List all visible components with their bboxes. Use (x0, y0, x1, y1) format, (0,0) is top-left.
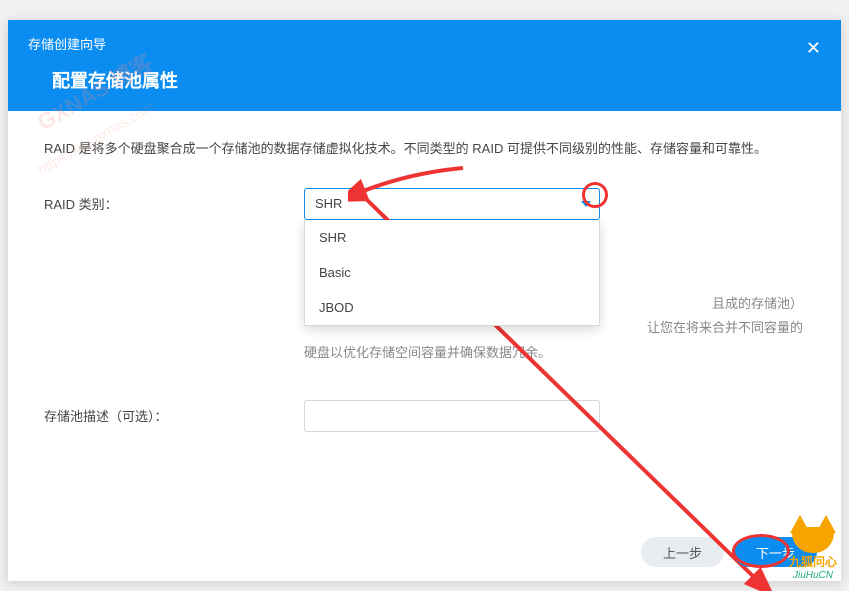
raid-option-basic[interactable]: Basic (305, 255, 599, 290)
modal-body: RAID 是将多个硬盘聚合成一个存储池的数据存储虚拟化技术。不同类型的 RAID… (8, 111, 841, 523)
close-icon[interactable]: ✕ (806, 38, 821, 59)
pool-desc-label: 存储池描述（可选）： (44, 400, 304, 425)
pool-desc-control (304, 400, 805, 432)
wizard-modal: 存储创建向导 配置存储池属性 ✕ RAID 是将多个硬盘聚合成一个存储池的数据存… (8, 20, 841, 581)
wizard-title: 存储创建向导 (28, 34, 821, 53)
prev-button[interactable]: 上一步 (641, 537, 724, 567)
raid-type-label: RAID 类别： (44, 188, 304, 213)
modal-header: 存储创建向导 配置存储池属性 ✕ (8, 20, 841, 111)
raid-option-shr[interactable]: SHR (305, 220, 599, 255)
raid-description: RAID 是将多个硬盘聚合成一个存储池的数据存储虚拟化技术。不同类型的 RAID… (44, 139, 805, 160)
page-title: 配置存储池属性 (52, 67, 821, 93)
chevron-down-icon (581, 201, 591, 207)
modal-footer: 上一步 下一步 (8, 523, 841, 581)
raid-option-jbod[interactable]: JBOD (305, 290, 599, 325)
pool-desc-row: 存储池描述（可选）： (44, 400, 805, 432)
raid-type-control: SHR i SHR Basic JBOD 且成的存储池） 让您在将来合并不同容量… (304, 188, 805, 366)
raid-type-row: RAID 类别： SHR i SHR Basic JBOD 且成的存储池） 让您… (44, 188, 805, 366)
next-button[interactable]: 下一步 (734, 537, 817, 567)
raid-selected-value: SHR (315, 196, 342, 211)
raid-type-select[interactable]: SHR (304, 188, 600, 220)
pool-desc-input[interactable] (304, 400, 600, 432)
raid-type-dropdown: SHR Basic JBOD (304, 220, 600, 326)
